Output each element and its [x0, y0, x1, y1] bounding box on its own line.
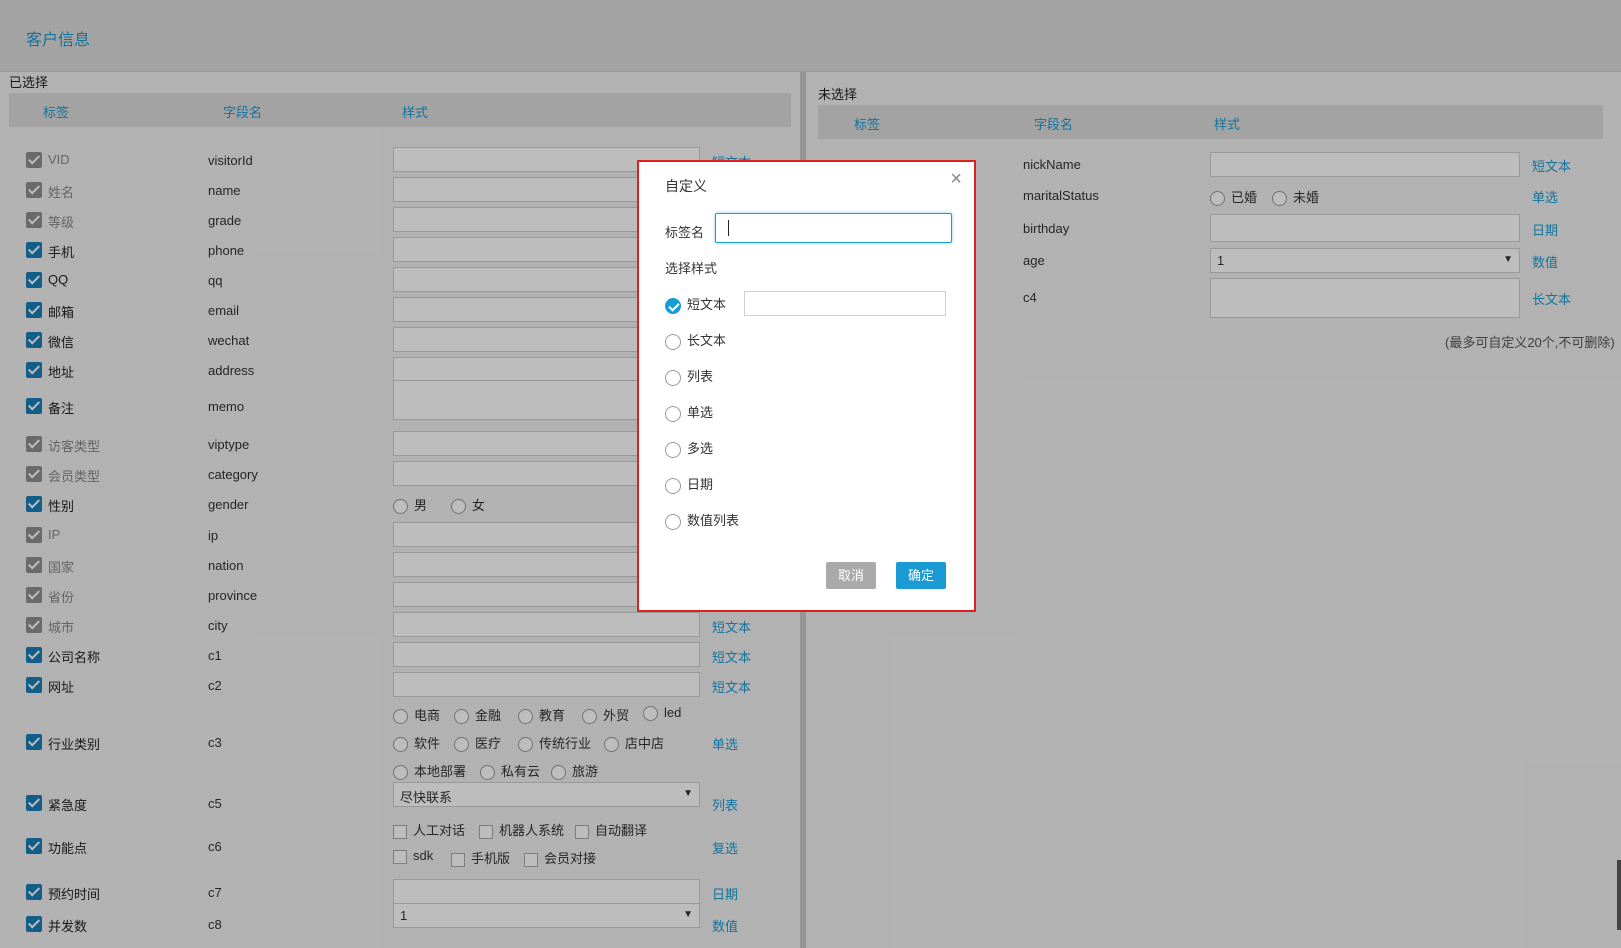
- radio-checked-icon: [665, 297, 681, 314]
- close-icon[interactable]: ×: [950, 168, 962, 191]
- custom-field-dialog: 自定义 × 标签名 选择样式 短文本 长文本 列表 单选 多选 日期 数值列表 …: [637, 160, 976, 612]
- scrollbar-thumb[interactable]: [1617, 860, 1621, 930]
- cancel-button[interactable]: 取消: [826, 562, 877, 589]
- style-option-long-text[interactable]: 长文本: [665, 330, 726, 350]
- radio-circle-icon: [665, 405, 681, 422]
- confirm-button[interactable]: 确定: [896, 562, 947, 589]
- radio-circle-icon: [665, 441, 681, 458]
- label-name-input[interactable]: [715, 213, 952, 243]
- choose-style-caption: 选择样式: [665, 261, 718, 276]
- text-caret: [728, 220, 729, 236]
- label-name-caption: 标签名: [665, 225, 705, 240]
- style-option-short-text[interactable]: 短文本: [665, 294, 726, 314]
- radio-circle-icon: [665, 333, 681, 350]
- style-option-number-list[interactable]: 数值列表: [665, 510, 739, 530]
- dialog-title: 自定义: [665, 178, 707, 194]
- style-option-date[interactable]: 日期: [665, 474, 713, 494]
- style-option-list[interactable]: 列表: [665, 366, 713, 386]
- style-option-multi[interactable]: 多选: [665, 438, 713, 458]
- radio-circle-icon: [665, 513, 681, 530]
- style-option-single[interactable]: 单选: [665, 402, 713, 422]
- radio-circle-icon: [665, 369, 681, 386]
- short-text-input[interactable]: [744, 291, 946, 316]
- radio-circle-icon: [665, 477, 681, 494]
